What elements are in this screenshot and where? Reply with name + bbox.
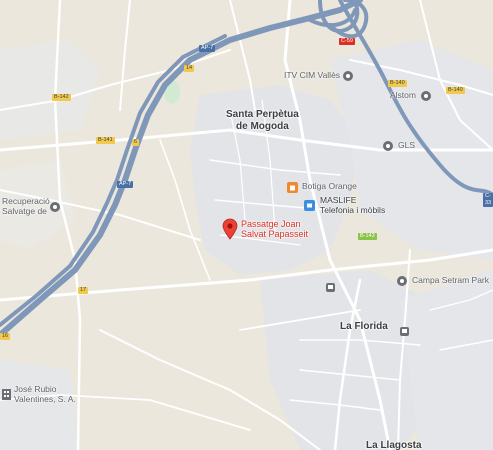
recuperacio-poi-icon[interactable] (49, 200, 61, 218)
road-shield-b141: B-141 (96, 137, 115, 144)
road-shield-14: 14 (184, 65, 195, 72)
town-label-la-florida: La Florida (340, 321, 388, 332)
alstom-poi-icon[interactable] (420, 89, 432, 107)
alstom-poi-label[interactable]: Alstom (390, 90, 416, 101)
maslife-label[interactable]: MASLIFE Telefonia i mòbils (320, 195, 385, 216)
itv-poi-icon[interactable] (342, 69, 354, 87)
map-canvas[interactable]: Santa Perpètua de Mogoda La Florida La L… (0, 0, 493, 450)
town-label-la-llagosta: La Llagosta (366, 440, 422, 450)
urban-area-southwest (0, 360, 80, 450)
road-shield-ap7-top: AP-7 (199, 45, 216, 52)
bus-stop-icon[interactable] (326, 279, 335, 297)
road-shield-b140-a: B-140 (388, 80, 407, 87)
road-shield-16: 16 (0, 333, 11, 340)
gls-poi-icon[interactable] (382, 139, 394, 157)
road-shield-c59: C-59 (339, 38, 355, 45)
campa-label[interactable]: Campa Setram Park (412, 275, 489, 286)
road-shield-c33: C-33 (483, 193, 493, 207)
pin-label[interactable]: Passatge Joan Salvat Papasseit (241, 219, 308, 240)
shopping-bag-icon[interactable] (287, 180, 298, 198)
campa-poi-icon[interactable] (396, 274, 408, 292)
shopping-cart-icon[interactable] (304, 198, 315, 216)
road-shield-b143: B-143 (358, 233, 377, 240)
road-shield-6: 6 (132, 139, 140, 146)
building-icon[interactable] (2, 387, 11, 405)
jose-rubio-label[interactable]: José Rubio Valentines, S. A. (14, 384, 76, 405)
urban-area-northwest (0, 40, 100, 140)
map-pin-icon[interactable] (222, 218, 238, 245)
road-shield-b142: B-142 (52, 94, 71, 101)
recuperacio-label[interactable]: Recuperació Salvatge de (2, 196, 50, 217)
botiga-orange-label[interactable]: Botiga Orange (302, 181, 357, 192)
itv-poi-label[interactable]: ITV CIM Vallès (284, 70, 340, 81)
road-shield-ap7-left: AP-7 (117, 181, 134, 188)
town-label-santa-perpetua: Santa Perpètua de Mogoda (226, 109, 299, 132)
road-shield-17: 17 (78, 287, 89, 294)
gls-poi-label[interactable]: GLS (398, 140, 415, 151)
station-icon[interactable] (400, 323, 409, 341)
road-shield-b140-b: B-140 (446, 87, 465, 94)
